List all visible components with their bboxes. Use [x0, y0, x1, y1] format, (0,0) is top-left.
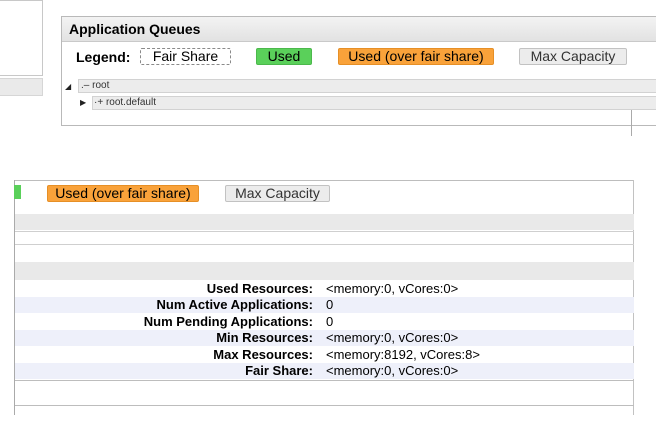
legend-max-capacity: Max Capacity	[519, 48, 627, 65]
info-row-max-resources: Max Resources: <memory:8192, vCores:8>	[15, 347, 634, 363]
info-row-num-pending-applications: Num Pending Applications: 0	[15, 314, 634, 330]
left-panel-box	[0, 0, 43, 76]
info-key: Used Resources:	[206, 281, 313, 296]
info-key: Num Pending Applications:	[143, 314, 313, 329]
info-key: Fair Share:	[245, 363, 313, 378]
queue-row-band[interactable]	[15, 262, 634, 280]
info-value: <memory:8192, vCores:8>	[326, 347, 480, 362]
panel-edge	[631, 110, 632, 136]
info-value: <memory:0, vCores:0>	[326, 363, 459, 378]
info-row-min-resources: Min Resources: <memory:0, vCores:0>	[15, 330, 634, 346]
panel-header: Application Queues	[62, 17, 656, 42]
left-panel-bar	[0, 78, 43, 96]
divider	[15, 244, 634, 245]
legend-used-fragment	[14, 185, 21, 199]
info-value: 0	[326, 314, 334, 329]
tree-header-band	[15, 214, 634, 230]
tree-row-root-default[interactable]: ·+ root.default	[92, 96, 656, 110]
application-queues-panel: Application Queues Legend: Fair Share Us…	[61, 16, 656, 126]
info-row-used-resources: Used Resources: <memory:0, vCores:0>	[15, 281, 634, 297]
divider	[14, 180, 634, 181]
legend-used-over-fair-share: Used (over fair share)	[338, 48, 494, 65]
info-key: Max Resources:	[213, 347, 313, 362]
info-value: <memory:0, vCores:0>	[326, 281, 459, 296]
legend-max-capacity: Max Capacity	[225, 185, 330, 202]
expand-triangle-icon[interactable]: ◢	[65, 83, 71, 91]
tree-node-label: ·+ root.default	[94, 97, 156, 108]
divider	[15, 405, 634, 406]
info-value: 0	[326, 297, 334, 312]
tree-node-label: .– root	[81, 80, 110, 91]
legend-label: Legend:	[76, 49, 131, 65]
panel-title: Application Queues	[69, 21, 201, 37]
info-key: Num Active Applications:	[156, 297, 313, 312]
legend-used: Used	[256, 48, 312, 65]
info-key: Min Resources:	[216, 330, 313, 345]
divider	[15, 231, 634, 232]
info-row-fair-share: Fair Share: <memory:0, vCores:0>	[15, 363, 634, 379]
tree-row-root[interactable]: .– root	[78, 79, 656, 93]
info-row-num-active-applications: Num Active Applications: 0	[15, 297, 634, 313]
info-value: <memory:0, vCores:0>	[326, 330, 459, 345]
divider	[15, 380, 634, 381]
legend-used-over-fair-share: Used (over fair share)	[47, 185, 199, 202]
legend-fair-share: Fair Share	[140, 48, 231, 65]
collapsed-triangle-icon[interactable]: ▶	[80, 99, 86, 107]
